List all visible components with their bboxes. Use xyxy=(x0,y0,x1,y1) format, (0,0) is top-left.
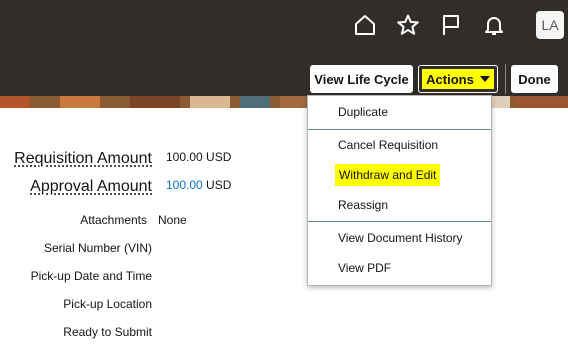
toolbar-divider xyxy=(505,64,506,94)
menu-item-view-pdf[interactable]: View PDF xyxy=(338,257,391,279)
attachments-label: Attachments xyxy=(80,213,147,227)
actions-label: Actions xyxy=(426,71,474,87)
view-life-cycle-label: View Life Cycle xyxy=(314,71,409,87)
pickup-date-label: Pick-up Date and Time xyxy=(30,269,152,283)
menu-item-withdraw-and-edit[interactable]: Withdraw and Edit xyxy=(335,164,441,186)
approval-amount-currency: USD xyxy=(206,178,232,192)
requisition-amount-currency: USD xyxy=(206,150,232,164)
serial-number-label: Serial Number (VIN) xyxy=(43,241,152,255)
done-label: Done xyxy=(518,71,551,87)
home-icon[interactable] xyxy=(350,10,380,40)
pickup-location-label: Pick-up Location xyxy=(63,297,152,311)
approval-amount-link[interactable]: 100.00 xyxy=(166,178,203,192)
favorites-star-icon[interactable] xyxy=(393,10,423,40)
notifications-bell-icon[interactable] xyxy=(479,10,509,40)
global-header: LA View Life Cycle Actions Done xyxy=(0,0,568,108)
done-button[interactable]: Done xyxy=(511,65,558,93)
attachments-value[interactable]: None xyxy=(158,213,187,227)
actions-dropdown-menu: Duplicate Cancel Requisition Withdraw an… xyxy=(307,95,492,286)
menu-divider xyxy=(308,129,491,130)
watchlist-flag-icon[interactable] xyxy=(436,10,466,40)
menu-item-view-document-history[interactable]: View Document History xyxy=(338,227,463,249)
requisition-amount-value: 100.00 USD xyxy=(166,150,231,164)
view-life-cycle-button[interactable]: View Life Cycle xyxy=(310,65,413,93)
menu-divider xyxy=(308,221,491,222)
menu-item-cancel-requisition[interactable]: Cancel Requisition xyxy=(338,134,438,156)
requisition-amount-number: 100.00 xyxy=(166,150,203,164)
caret-down-icon xyxy=(479,76,490,82)
user-avatar[interactable]: LA xyxy=(536,11,564,39)
approval-amount-value: 100.00 USD xyxy=(166,178,231,192)
menu-item-reassign[interactable]: Reassign xyxy=(338,194,388,216)
avatar-initials: LA xyxy=(541,17,559,33)
menu-item-duplicate[interactable]: Duplicate xyxy=(338,101,388,123)
ready-to-submit-label: Ready to Submit xyxy=(63,325,152,339)
actions-menu-button[interactable]: Actions xyxy=(418,65,498,93)
requisition-amount-label: Requisition Amount xyxy=(14,150,152,167)
approval-amount-label: Approval Amount xyxy=(30,178,152,195)
